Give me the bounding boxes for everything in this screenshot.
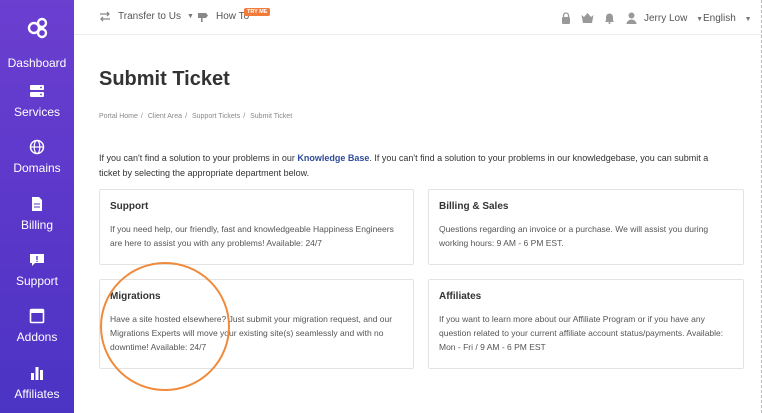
breadcrumb-current: Submit Ticket — [250, 113, 293, 120]
bar-chart-icon — [31, 367, 43, 380]
knowledge-base-link[interactable]: Knowledge Base — [297, 153, 369, 163]
basket-icon[interactable] — [581, 12, 594, 24]
transfer-menu[interactable]: Transfer to Us ▼ — [99, 11, 194, 22]
sidebar-item-billing[interactable]: Billing — [0, 196, 74, 232]
sidebar-item-label: Affiliates — [14, 387, 60, 401]
breadcrumb-client-area[interactable]: Client Area — [148, 113, 182, 120]
sidebar-item-dashboard[interactable]: Dashboard — [0, 50, 74, 70]
sidebar-item-label: Addons — [16, 330, 58, 344]
server-icon — [30, 85, 44, 97]
department-title: Affiliates — [439, 291, 482, 302]
globe-icon — [29, 139, 45, 155]
department-card-billing[interactable]: Billing & Sales Questions regarding an i… — [428, 189, 744, 265]
department-title: Support — [110, 201, 149, 212]
topbar: Transfer to Us ▼ How To TRY ME Jerry Low… — [74, 0, 762, 35]
department-card-migrations[interactable]: Migrations Have a site hosted elsewhere?… — [99, 279, 414, 369]
department-description: Have a site hosted elsewhere? Just submi… — [110, 314, 393, 352]
signpost-icon — [198, 13, 208, 22]
sidebar-item-label: Billing — [20, 218, 53, 232]
breadcrumb: Portal Home / Client Area / Support Ticket… — [99, 113, 293, 120]
department-description: Questions regarding an invoice or a purc… — [439, 224, 709, 248]
sidebar-item-domains[interactable]: Domains — [0, 139, 74, 175]
sidebar-item-affiliates[interactable]: Affiliates — [0, 365, 74, 401]
department-card-affiliates[interactable]: Affiliates If you want to learn more abo… — [428, 279, 744, 369]
language-select[interactable]: English ▼ — [703, 13, 752, 24]
sidebar-item-label: Domains — [13, 161, 61, 175]
bell-icon[interactable] — [604, 12, 615, 24]
sidebar-item-label: Services — [13, 105, 60, 119]
user-icon[interactable] — [626, 12, 637, 24]
document-icon — [32, 197, 42, 211]
page-title: Submit Ticket — [99, 68, 230, 90]
breadcrumb-support-tickets[interactable]: Support Tickets — [192, 113, 240, 120]
department-card-support[interactable]: Support If you need help, our friendly, … — [99, 189, 414, 265]
sidebar-item-addons[interactable]: Addons — [0, 308, 74, 344]
department-title: Billing & Sales — [439, 201, 509, 212]
language-label: English — [703, 13, 736, 24]
user-menu[interactable]: Jerry Low ▼ — [644, 13, 703, 24]
sidebar-item-services[interactable]: Services — [0, 83, 74, 119]
sidebar: Dashboard Services Domains Billing Suppo… — [0, 0, 74, 413]
user-name: Jerry Low — [644, 13, 688, 24]
howto-menu[interactable]: How To — [197, 11, 249, 22]
window-icon — [29, 308, 45, 324]
department-description: If you want to learn more about our Affi… — [439, 314, 724, 352]
intro-text: If you can't find a solution to your pro… — [99, 153, 709, 178]
chevron-down-icon: ▼ — [744, 16, 752, 23]
sidebar-item-label: Support — [15, 274, 59, 288]
department-title: Migrations — [110, 291, 161, 302]
try-me-badge: TRY ME — [244, 8, 271, 16]
breadcrumb-portal-home[interactable]: Portal Home — [99, 113, 138, 120]
department-description: If you need help, our friendly, fast and… — [110, 224, 394, 248]
chevron-down-icon: ▼ — [186, 13, 194, 20]
chat-alert-icon — [30, 254, 44, 266]
brand-logo[interactable] — [27, 17, 49, 39]
sidebar-item-label: Dashboard — [7, 56, 67, 70]
transfer-arrows-icon — [100, 11, 110, 22]
lock-icon[interactable] — [561, 12, 571, 24]
transfer-label: Transfer to Us — [118, 11, 181, 22]
sidebar-item-support[interactable]: Support — [0, 252, 74, 288]
